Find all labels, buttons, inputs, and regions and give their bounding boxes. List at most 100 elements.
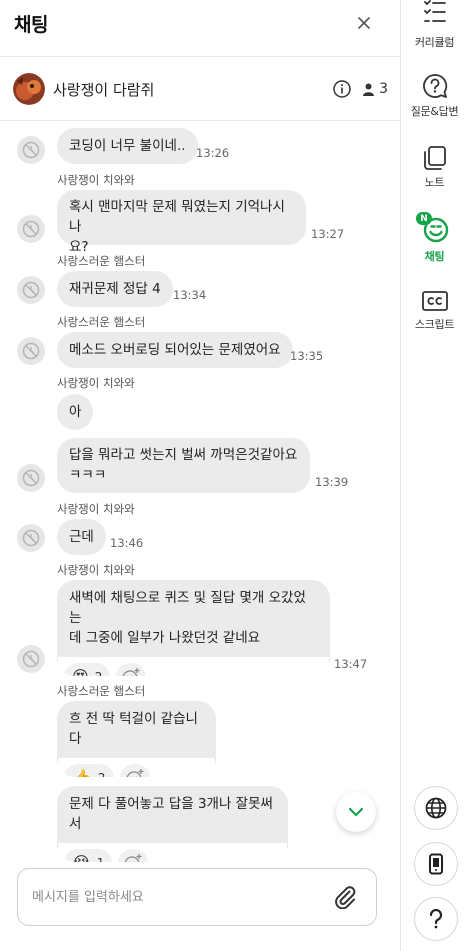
room-name: 사랑쟁이 다람쥐 bbox=[53, 80, 155, 99]
avatar-placeholder-icon bbox=[22, 529, 40, 547]
participant-count[interactable]: 3 bbox=[363, 81, 388, 97]
right-sidebar: 커리큘럼 질문&답변 노트 N 채팅 스크립트 bbox=[402, 0, 467, 951]
sidebar-item-label: 질문&답변 bbox=[410, 105, 459, 118]
chat-header: 채팅 bbox=[0, 0, 400, 46]
note-icon bbox=[423, 146, 446, 170]
globe-icon bbox=[425, 797, 447, 819]
message-text-line: 답을 뭐라고 썻는지 벌써 까먹은것같아요 bbox=[69, 447, 298, 463]
participant-count-value: 3 bbox=[379, 81, 388, 97]
sidebar-item-label: 채팅 bbox=[424, 250, 445, 263]
reaction-bar: 😭1 bbox=[57, 843, 288, 862]
help-button[interactable] bbox=[414, 897, 458, 941]
language-button[interactable] bbox=[414, 786, 458, 830]
reaction-bar: 😍2 bbox=[57, 657, 330, 676]
message-text-line: 데 그중에 일부가 나왔던것 같네요 bbox=[69, 630, 261, 646]
message-text-line: 새벽에 채팅으로 퀴즈 및 질답 몇개 오갔었는 bbox=[69, 590, 306, 626]
add-reaction-button[interactable] bbox=[116, 662, 147, 676]
sidebar-item-curriculum[interactable]: 커리큘럼 bbox=[402, 0, 467, 50]
message-composer bbox=[17, 868, 377, 926]
message-sender: 사랑쟁이 치와와 bbox=[57, 173, 135, 187]
chat-title: 채팅 bbox=[14, 13, 48, 36]
avatar-placeholder-icon bbox=[22, 141, 40, 159]
message-bubble: 근데 bbox=[57, 519, 106, 555]
avatar-placeholder-icon bbox=[22, 469, 40, 487]
sidebar-item-note[interactable]: 노트 bbox=[402, 145, 467, 190]
add-reaction-button[interactable] bbox=[119, 763, 150, 777]
message-sender: 사랑스러운 햄스터 bbox=[57, 684, 146, 698]
question-bubble-icon bbox=[422, 74, 447, 98]
message-time: 13:26 bbox=[196, 146, 230, 160]
add-emoji-icon bbox=[126, 768, 144, 777]
message-text: 문제 다 풀어놓고 답을 3개나 잘못써서 bbox=[69, 796, 273, 832]
list-icon bbox=[423, 0, 446, 22]
cc-icon bbox=[421, 291, 448, 311]
scroll-to-bottom-button[interactable] bbox=[336, 792, 376, 832]
close-button[interactable] bbox=[354, 13, 374, 33]
avatar bbox=[17, 136, 45, 164]
reaction-bar: 👍2 bbox=[57, 758, 216, 777]
room-avatar bbox=[13, 73, 45, 105]
message-bubble: 혹시 맨마지막 문제 뭐였는지 기억나시나 요? bbox=[57, 190, 306, 255]
avatar bbox=[17, 464, 45, 492]
message-sender: 사랑쟁이 치와와 bbox=[57, 563, 135, 577]
sidebar-item-label: 노트 bbox=[424, 176, 445, 189]
message-bubble: 메소드 오버로딩 되어있는 문제였어요 bbox=[57, 332, 293, 368]
message-text: 흐 전 딱 턱걸이 같습니다 bbox=[69, 711, 198, 747]
reaction-count: 2 bbox=[95, 667, 103, 677]
avatar bbox=[17, 276, 45, 304]
sidebar-item-chat[interactable]: N 채팅 bbox=[402, 212, 467, 264]
reaction-chip[interactable]: 😍2 bbox=[64, 662, 111, 677]
message-input[interactable] bbox=[32, 887, 322, 907]
message-time: 13:27 bbox=[311, 227, 345, 241]
avatar-placeholder-icon bbox=[22, 220, 40, 238]
sidebar-item-script[interactable]: 스크립트 bbox=[402, 289, 467, 332]
info-icon[interactable] bbox=[333, 80, 351, 98]
message-bubble: 흐 전 딱 턱걸이 같습니다 👍2 bbox=[57, 701, 216, 777]
heart-eyes-emoji-icon: 😍 bbox=[72, 666, 89, 677]
add-emoji-icon bbox=[122, 667, 140, 676]
mobile-view-button[interactable] bbox=[414, 842, 458, 886]
chevron-down-icon bbox=[348, 807, 364, 817]
mobile-phone-icon bbox=[429, 853, 443, 875]
avatar bbox=[17, 337, 45, 365]
thumbs-up-emoji-icon: 👍 bbox=[72, 767, 92, 778]
avatar-placeholder-icon bbox=[22, 281, 40, 299]
message-bubble: 코딩이 너무 불이네.. bbox=[57, 128, 198, 164]
new-badge: N bbox=[416, 212, 432, 225]
message-time: 13:34 bbox=[173, 288, 207, 302]
avatar-placeholder-icon bbox=[22, 342, 40, 360]
message-time: 13:46 bbox=[110, 536, 144, 550]
reaction-count: 1 bbox=[97, 853, 105, 863]
message-sender: 사랑스러운 햄스터 bbox=[57, 254, 146, 268]
person-icon bbox=[363, 83, 375, 96]
message-list: 코딩이 너무 불이네.. 13:26 사랑쟁이 치와와 혹시 맨마지막 문제 뭐… bbox=[0, 112, 401, 862]
sidebar-item-qna[interactable]: 질문&답변 bbox=[402, 72, 467, 119]
reaction-chip[interactable]: 😭1 bbox=[64, 848, 113, 863]
add-reaction-button[interactable] bbox=[118, 848, 149, 862]
message-bubble: 새벽에 채팅으로 퀴즈 및 질답 몇개 오갔었는 데 그중에 일부가 나왔던것 … bbox=[57, 580, 330, 676]
message-time: 13:39 bbox=[315, 475, 349, 489]
avatar bbox=[17, 645, 45, 673]
message-time: 13:47 bbox=[334, 657, 368, 671]
avatar bbox=[17, 215, 45, 243]
message-bubble: 재귀문제 정답 4 bbox=[57, 271, 173, 307]
message-bubble: 문제 다 풀어놓고 답을 3개나 잘못써서 😭1 bbox=[57, 786, 288, 862]
avatar bbox=[17, 524, 45, 552]
message-sender: 사랑쟁이 치와와 bbox=[57, 376, 135, 390]
message-text: 코딩이 너무 불이네.. bbox=[69, 138, 186, 154]
crying-emoji-icon: 😭 bbox=[72, 852, 91, 863]
sidebar-item-label: 커리큘럼 bbox=[414, 36, 455, 49]
reaction-chip[interactable]: 👍2 bbox=[64, 763, 114, 778]
message-bubble: 아 bbox=[57, 394, 93, 430]
reaction-count: 2 bbox=[98, 768, 106, 778]
attach-file-icon[interactable] bbox=[333, 885, 357, 909]
message-text-line: 혹시 맨마지막 문제 뭐였는지 기억나시나 bbox=[69, 199, 285, 235]
sidebar-item-label: 스크립트 bbox=[414, 318, 455, 331]
add-emoji-icon bbox=[124, 853, 142, 862]
message-sender: 사랑쟁이 치와와 bbox=[57, 502, 135, 516]
question-mark-icon bbox=[429, 909, 443, 929]
message-text: 메소드 오버로딩 되어있는 문제였어요 bbox=[69, 342, 281, 358]
message-text-line: ㅋㅋㅋ bbox=[69, 467, 107, 483]
message-text: 새벽에 채팅으로 퀴즈 및 질답 몇개 오갔었는 데 그중에 일부가 나왔던것 … bbox=[57, 588, 330, 657]
avatar-placeholder-icon bbox=[22, 650, 40, 668]
